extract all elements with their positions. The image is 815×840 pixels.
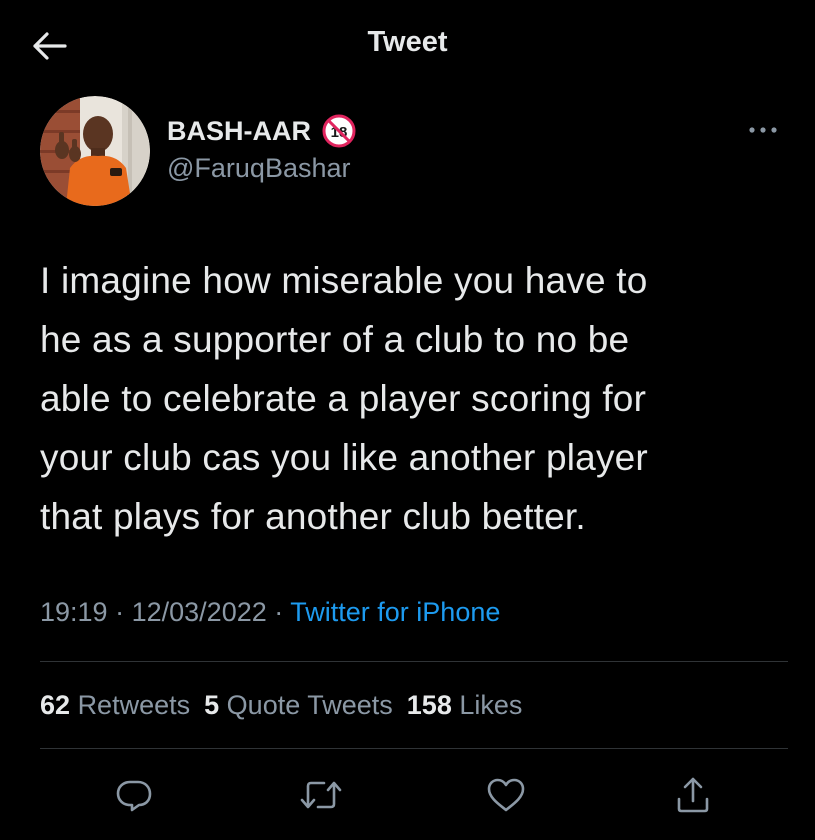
share-icon (677, 777, 709, 813)
top-bar: Tweet (0, 0, 815, 90)
tweet-line: I imagine how miserable you have to (40, 260, 648, 301)
tweet-source-link[interactable]: Twitter for iPhone (290, 597, 500, 627)
tweet-time: 19:19 (40, 597, 108, 627)
quote-tweets-stat[interactable]: 5 Quote Tweets (204, 690, 393, 721)
tweet-line: your club cas you like another player (40, 437, 648, 478)
retweets-label: Retweets (77, 690, 191, 720)
tweet-line: able to celebrate a player scoring for (40, 378, 647, 419)
no-under-18-icon: 18 (322, 114, 356, 148)
meta-separator: · (115, 597, 125, 627)
tweet-text: I imagine how miserable you have to he a… (40, 251, 780, 546)
retweets-count: 62 (40, 690, 71, 720)
tweet-date: 12/03/2022 (131, 597, 267, 627)
display-name: BASH-AAR (167, 115, 311, 146)
avatar-photo (40, 96, 150, 206)
heart-icon (487, 778, 525, 812)
retweets-stat[interactable]: 62 Retweets (40, 690, 190, 721)
likes-count: 158 (406, 690, 452, 720)
tweet-line: that plays for another club better. (40, 496, 586, 537)
quote-tweets-count: 5 (204, 690, 220, 720)
display-name-row[interactable]: BASH-AAR 18 (167, 113, 357, 149)
avatar[interactable] (40, 96, 150, 206)
share-button[interactable] (670, 772, 716, 818)
retweet-button[interactable] (298, 772, 344, 818)
tweet-metadata: 19:19 · 12/03/2022 · Twitter for iPhone (40, 597, 500, 628)
user-handle: @FaruqBashar (167, 153, 351, 183)
more-horizontal-icon (749, 127, 777, 133)
reply-icon (116, 780, 152, 812)
like-button[interactable] (483, 772, 529, 818)
page-title: Tweet (367, 26, 448, 58)
quote-tweets-label: Quote Tweets (226, 690, 393, 720)
likes-label: Likes (459, 690, 523, 720)
reply-button[interactable] (111, 772, 157, 818)
tweet-line: he as a supporter of a club to no be (40, 319, 630, 360)
divider (40, 661, 788, 662)
tweet-actions (0, 772, 815, 820)
likes-stat[interactable]: 158 Likes (407, 690, 523, 721)
divider (40, 748, 788, 749)
tweet-stats: 62 Retweets 5 Quote Tweets 158 Likes (40, 690, 536, 721)
meta-separator: · (274, 597, 284, 627)
tweet-author: BASH-AAR 18 @FaruqBashar (40, 96, 780, 208)
more-button[interactable] (746, 120, 780, 140)
retweet-icon (300, 781, 342, 809)
